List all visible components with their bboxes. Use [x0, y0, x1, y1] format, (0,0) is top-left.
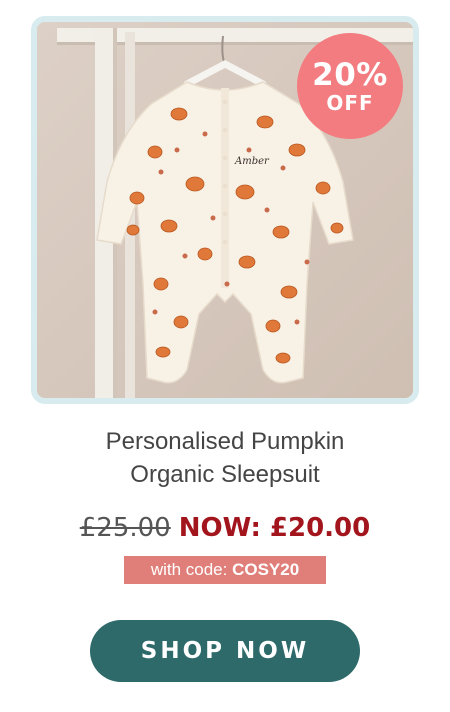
- price-row: £25.00 NOW: £20.00: [0, 511, 450, 545]
- product-title-line-1: Personalised Pumpkin: [105, 428, 345, 455]
- discount-code-chip: with code: COSY20: [124, 556, 326, 584]
- discount-code: COSY20: [232, 560, 300, 579]
- new-price: NOW: £20.00: [178, 513, 371, 543]
- discount-badge: 20% OFF: [297, 33, 403, 139]
- code-prefix: with code:: [150, 560, 233, 579]
- product-title-line-2: Organic Sleepsuit: [130, 461, 320, 488]
- old-price: £25.00: [79, 513, 171, 543]
- shop-now-button[interactable]: SHOP NOW: [90, 620, 360, 682]
- discount-percent: 20%: [312, 56, 388, 93]
- product-title[interactable]: Personalised Pumpkin Organic Sleepsuit: [0, 425, 450, 491]
- embroidered-name: Amber: [234, 156, 270, 167]
- discount-off-label: OFF: [326, 90, 374, 115]
